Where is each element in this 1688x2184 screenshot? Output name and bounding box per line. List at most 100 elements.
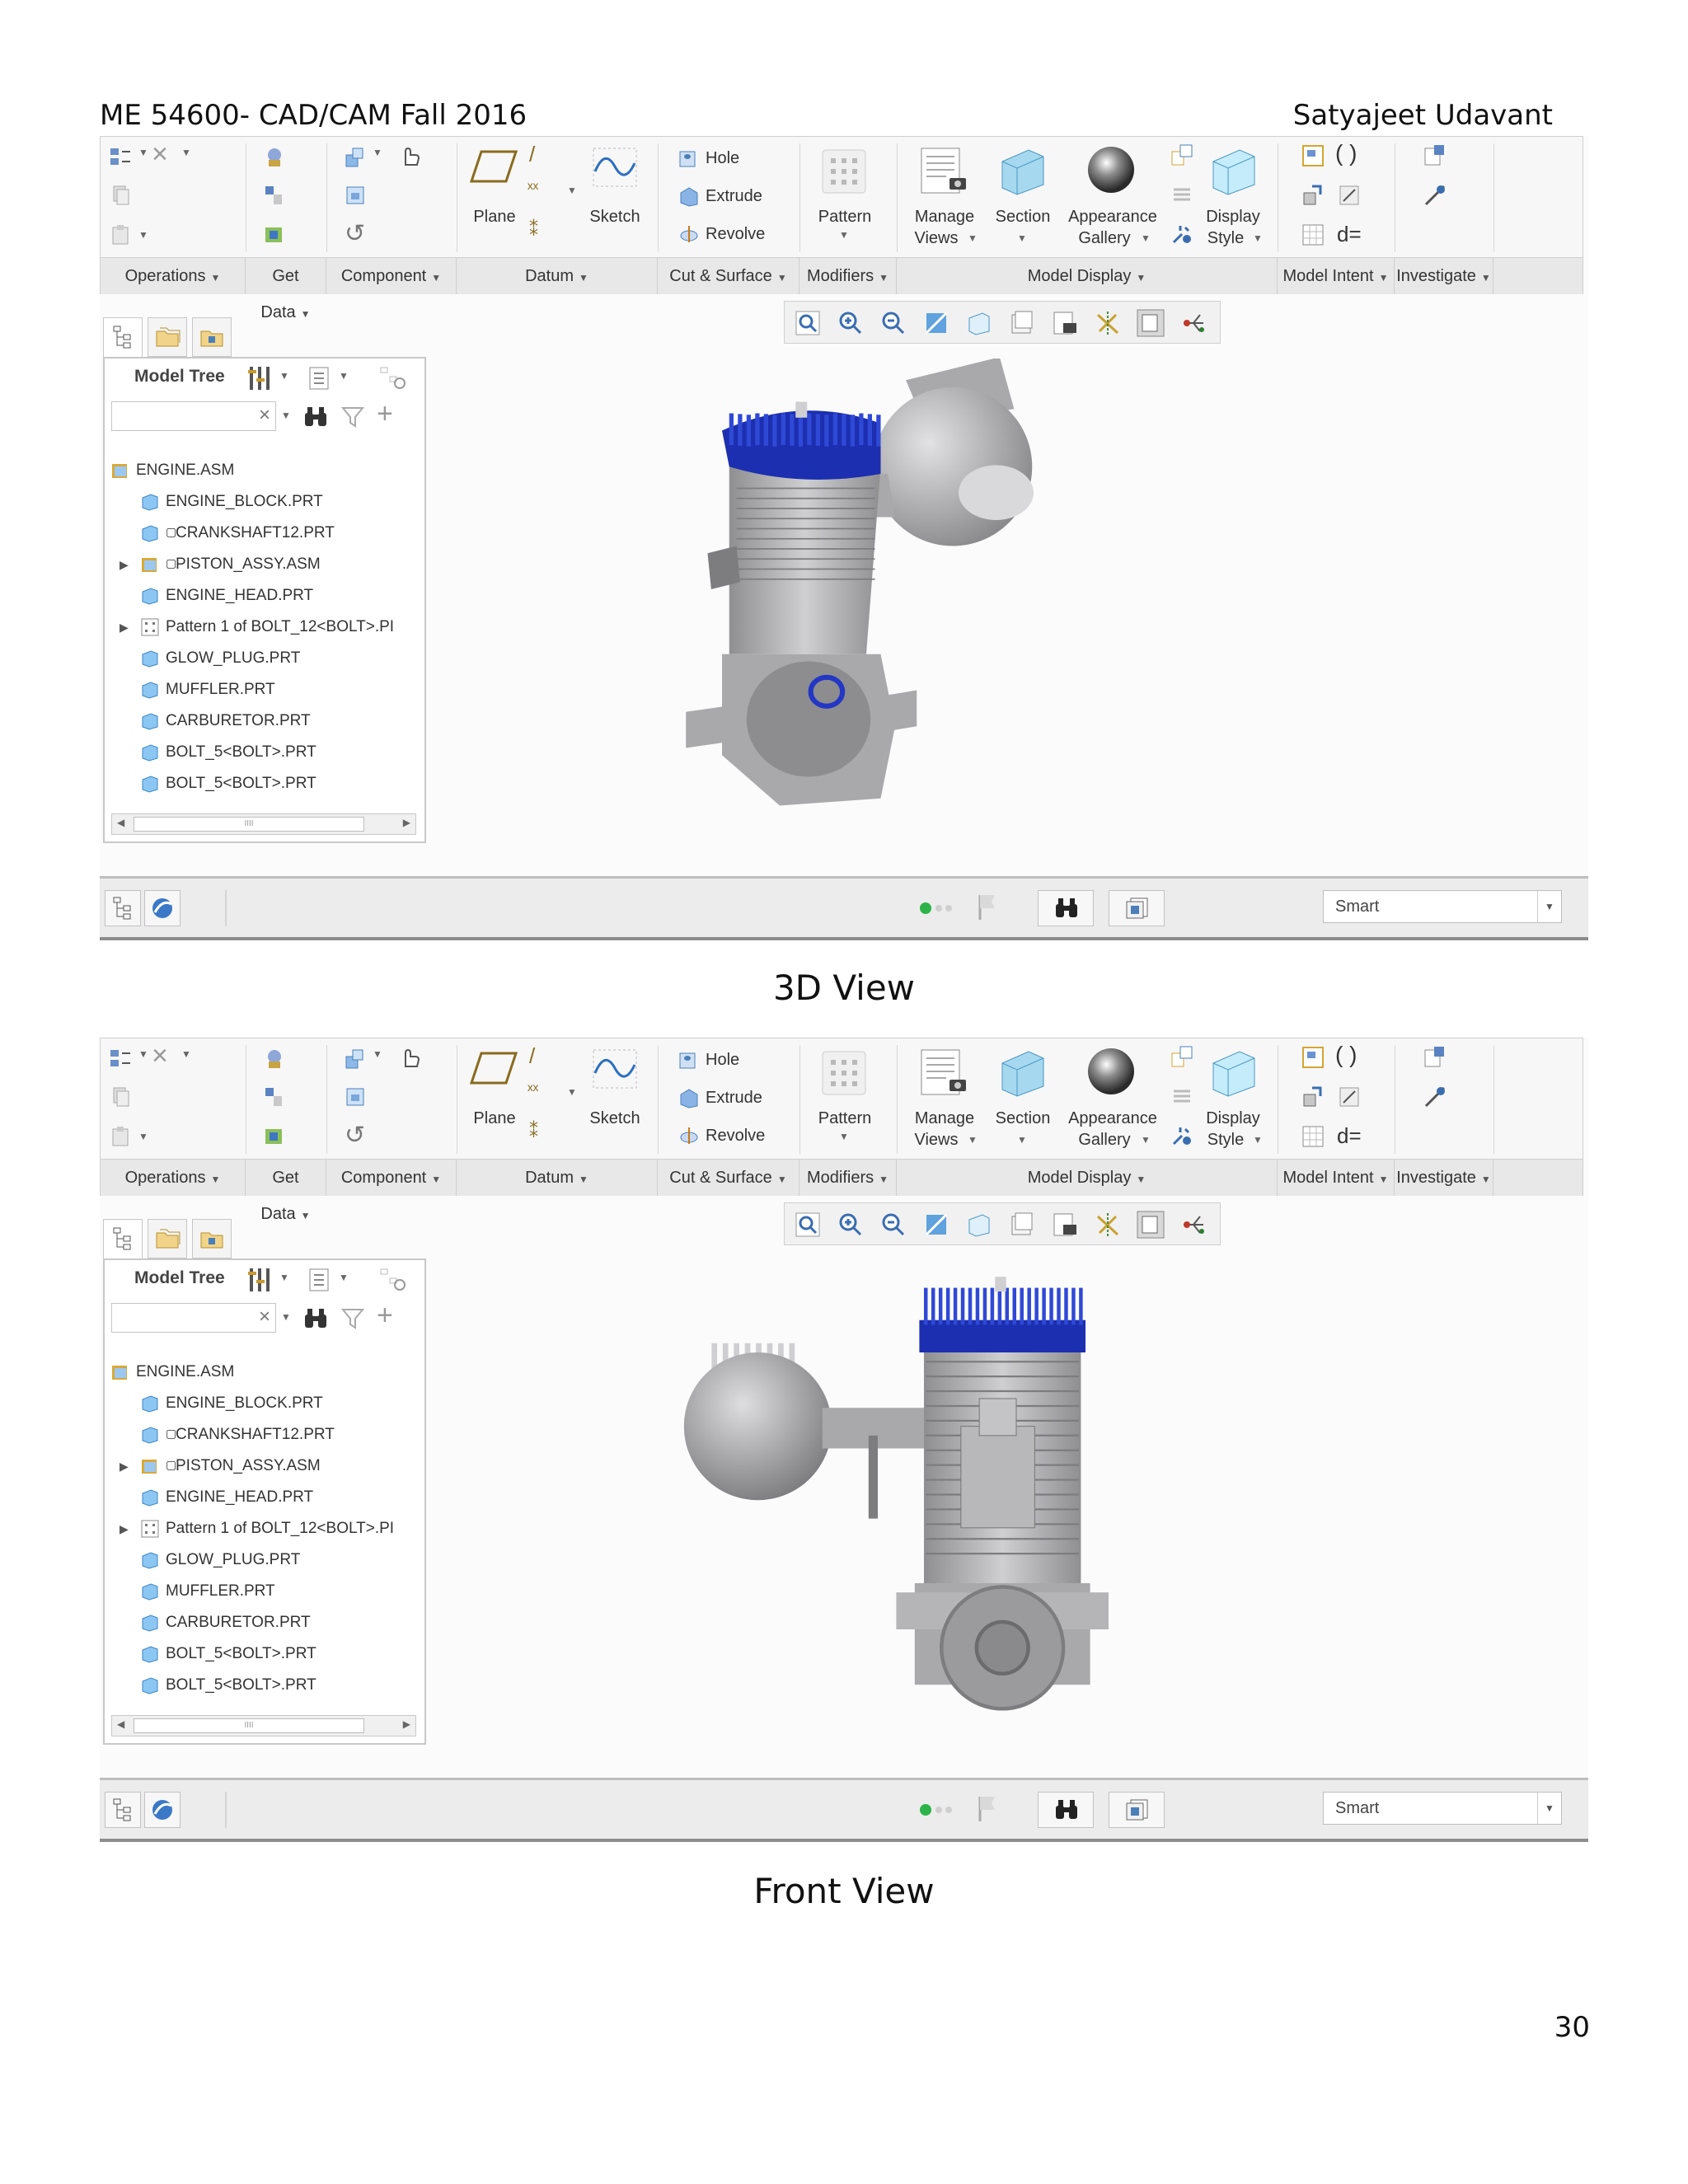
spin-center-icon[interactable] <box>1179 308 1208 338</box>
manage-views-icon[interactable] <box>918 1047 969 1098</box>
binoculars-icon[interactable] <box>302 1306 329 1331</box>
selection-buffer-button[interactable] <box>1109 1792 1165 1828</box>
appearance-label-2[interactable]: Gallery <box>1063 1129 1146 1151</box>
repaint-icon[interactable] <box>921 1210 951 1240</box>
tab-model-tree[interactable] <box>103 317 143 357</box>
assemble-icon[interactable] <box>343 1047 368 1071</box>
plane-button-label[interactable]: Plane <box>470 1108 519 1129</box>
scroll-right-icon[interactable]: ▶ <box>403 817 410 828</box>
display-style-label-2[interactable]: Style <box>1197 1129 1254 1151</box>
view-manager-icon[interactable] <box>1170 143 1195 168</box>
group-get-data[interactable]: Get Data ▼ <box>246 1160 326 1223</box>
create-component-icon[interactable] <box>343 1085 368 1109</box>
find-button[interactable] <box>1038 890 1094 926</box>
appearance-label-1[interactable]: Appearance <box>1063 1108 1162 1129</box>
view-manager-icon[interactable] <box>1050 308 1080 338</box>
group-model-intent[interactable]: Model Intent ▼ <box>1278 258 1395 294</box>
copy-geometry-icon[interactable] <box>262 183 287 208</box>
datum-display-icon[interactable] <box>1093 1210 1123 1240</box>
measure-icon[interactable] <box>1423 1085 1447 1109</box>
scrollbar-thumb[interactable]: IIII <box>134 1718 364 1733</box>
display-style-icon[interactable] <box>964 1210 994 1240</box>
relations-table-icon[interactable] <box>1301 1124 1325 1149</box>
model-graphics-area[interactable] <box>611 359 1237 820</box>
chevron-down-icon[interactable]: ▼ <box>138 229 148 241</box>
selection-buffer-button[interactable] <box>1109 890 1165 926</box>
hole-icon[interactable] <box>678 1048 701 1071</box>
chevron-down-icon[interactable]: ▼ <box>839 1131 849 1142</box>
saved-orientations-icon[interactable] <box>1007 1210 1037 1240</box>
chevron-down-icon[interactable]: ▼ <box>181 1048 191 1060</box>
browser-toggle[interactable] <box>144 890 181 926</box>
switch-dimensions-icon[interactable] <box>1301 1085 1325 1109</box>
tab-favorites[interactable] <box>192 1219 232 1258</box>
scrollbar-thumb[interactable]: IIII <box>134 817 364 832</box>
chevron-down-icon[interactable]: ▼ <box>1537 1793 1561 1824</box>
tree-settings-icon[interactable] <box>246 363 274 393</box>
coordinate-system-icon[interactable]: ⁑ <box>529 219 538 241</box>
parameters-icon[interactable]: ( ) <box>1335 1042 1357 1068</box>
family-table-icon[interactable] <box>1301 1045 1325 1070</box>
zoom-in-icon[interactable] <box>836 308 865 338</box>
relations-label[interactable]: d= <box>1337 1124 1362 1147</box>
display-style-label-2[interactable]: Style <box>1197 227 1254 249</box>
chevron-down-icon[interactable]: ▼ <box>968 1134 978 1146</box>
group-model-display[interactable]: Model Display ▼ <box>897 258 1278 294</box>
extrude-button-label[interactable]: Extrude <box>706 185 762 208</box>
extrude-button-label[interactable]: Extrude <box>706 1086 762 1109</box>
chevron-down-icon[interactable]: ▼ <box>373 1048 382 1060</box>
display-style-label-1[interactable]: Display <box>1202 1108 1264 1129</box>
revolve-button-label[interactable]: Revolve <box>706 1124 765 1147</box>
group-model-display[interactable]: Model Display ▼ <box>897 1160 1278 1196</box>
plane-icon[interactable] <box>470 1050 519 1086</box>
sketch-button-label[interactable]: Sketch <box>588 1108 641 1129</box>
revolve-icon[interactable] <box>678 1124 701 1147</box>
group-investigate[interactable]: Investigate ▼ <box>1395 1160 1493 1196</box>
plane-icon[interactable] <box>470 148 519 185</box>
hole-button-label[interactable]: Hole <box>706 1048 739 1071</box>
tree-settings-icon[interactable] <box>246 1265 274 1295</box>
drag-components-icon[interactable] <box>397 1045 422 1070</box>
chevron-down-icon[interactable]: ▼ <box>1253 232 1263 244</box>
tab-folder-browser[interactable] <box>148 317 187 357</box>
zoom-out-icon[interactable] <box>879 308 908 338</box>
group-model-intent[interactable]: Model Intent ▼ <box>1278 1160 1395 1196</box>
scroll-left-icon[interactable]: ◀ <box>117 1718 124 1730</box>
group-cut-surface[interactable]: Cut & Surface ▼ <box>658 258 799 294</box>
chevron-down-icon[interactable]: ▼ <box>138 1131 148 1142</box>
plane-button-label[interactable]: Plane <box>470 206 519 227</box>
copy-geometry-icon[interactable] <box>262 1085 287 1109</box>
manage-views-label-2[interactable]: Views <box>903 227 969 249</box>
create-component-icon[interactable] <box>343 183 368 208</box>
group-operations[interactable]: Operations ▼ <box>101 258 246 294</box>
chevron-down-icon[interactable]: ▼ <box>281 410 291 421</box>
chevron-down-icon[interactable]: ▼ <box>1017 232 1027 244</box>
view-manager-icon[interactable] <box>1170 1045 1195 1070</box>
display-style-icon[interactable] <box>1208 1047 1258 1098</box>
point-icon[interactable]: ˣˣ <box>528 180 538 199</box>
chevron-down-icon[interactable]: ▼ <box>279 1272 289 1283</box>
revolve-button-label[interactable]: Revolve <box>706 223 765 246</box>
scroll-left-icon[interactable]: ◀ <box>117 817 124 828</box>
layers-icon[interactable] <box>1170 183 1195 208</box>
reference-viewer-icon[interactable] <box>1423 1045 1447 1070</box>
coordinate-system-icon[interactable]: ⁑ <box>529 1121 538 1142</box>
browser-toggle[interactable] <box>144 1792 181 1828</box>
shrinkwrap-icon[interactable] <box>262 223 287 247</box>
chevron-down-icon[interactable]: ▼ <box>279 370 289 382</box>
chevron-down-icon[interactable]: ▼ <box>1253 1134 1263 1146</box>
axis-icon[interactable]: / <box>529 142 535 167</box>
delete-icon[interactable]: × <box>152 138 168 171</box>
relations-table-icon[interactable] <box>1301 223 1325 247</box>
chevron-down-icon[interactable]: ▼ <box>281 1311 291 1323</box>
filter-icon[interactable] <box>340 405 365 429</box>
tab-favorites[interactable] <box>192 317 232 357</box>
measure-icon[interactable] <box>1423 183 1447 208</box>
show-list-icon[interactable] <box>307 365 332 391</box>
group-operations[interactable]: Operations ▼ <box>101 1160 246 1196</box>
chevron-down-icon[interactable]: ▼ <box>968 232 978 244</box>
manage-views-icon[interactable] <box>918 145 969 196</box>
revolve-icon[interactable] <box>678 223 701 246</box>
clear-search-icon[interactable]: × <box>259 1305 270 1329</box>
zoom-in-icon[interactable] <box>836 1210 865 1240</box>
